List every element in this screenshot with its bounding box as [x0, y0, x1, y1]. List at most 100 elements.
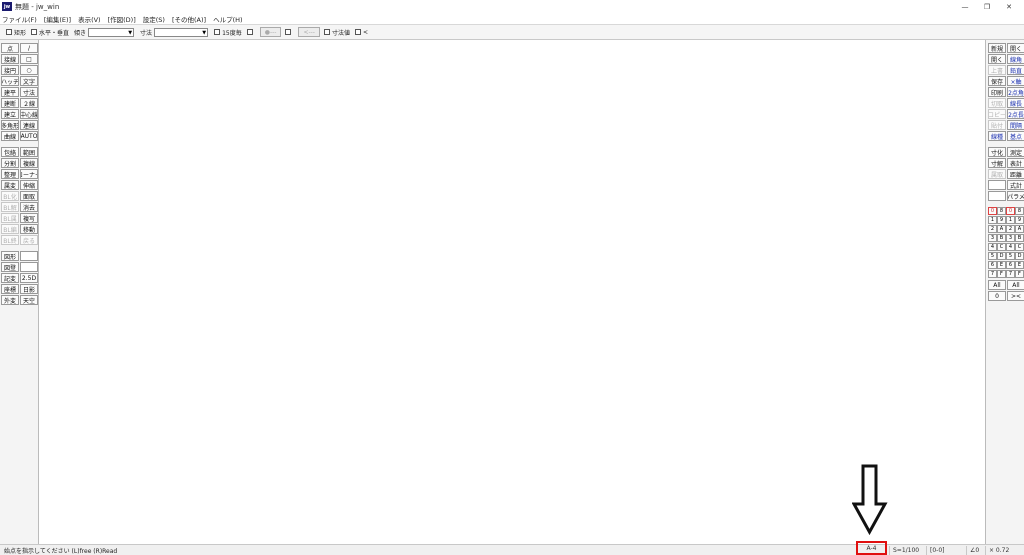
layer-button[interactable]: 1: [988, 216, 997, 224]
tool-sky-view-button[interactable]: 天空: [20, 295, 38, 305]
dim-btn2-checkbox[interactable]: [285, 29, 293, 35]
layer-button[interactable]: B: [997, 234, 1006, 242]
tool-text-button[interactable]: 文字: [20, 76, 38, 86]
tool-circle-button[interactable]: ○: [20, 65, 38, 75]
minimize-button[interactable]: —: [954, 0, 976, 13]
right-tool-button[interactable]: コピー: [988, 109, 1006, 119]
scale-display[interactable]: S=1/100: [889, 546, 922, 555]
tool-rect-button[interactable]: □: [20, 54, 38, 64]
tool-organize-button[interactable]: 整理: [1, 169, 19, 179]
right-tool-button[interactable]: 貼付: [988, 120, 1006, 130]
layer-group-button[interactable]: 9: [1015, 216, 1024, 224]
layer-button[interactable]: D: [997, 252, 1006, 260]
layer-button[interactable]: 7: [988, 270, 997, 278]
tool-symbol-change-button[interactable]: 記変: [1, 273, 19, 283]
layer-group-button[interactable]: 1: [1006, 216, 1015, 224]
drawing-canvas[interactable]: [40, 40, 985, 544]
tool-sun-shadow-button[interactable]: 日影: [20, 284, 38, 294]
tool-corner-button[interactable]: コーナー: [20, 169, 38, 179]
layer-group-button[interactable]: A: [1015, 225, 1024, 233]
paper-size-display[interactable]: A-4: [856, 541, 887, 555]
right-tool-button[interactable]: 表計: [1007, 158, 1024, 168]
tool-figure-blank-button[interactable]: [20, 251, 38, 261]
menu-help[interactable]: ヘルプ(H): [213, 14, 242, 24]
zoom-display[interactable]: × 0.72: [985, 546, 1012, 555]
layer-group-current-button[interactable]: 0: [988, 291, 1006, 301]
tool-double-line-button[interactable]: ２線: [20, 98, 38, 108]
menu-file[interactable]: ファイル(F): [2, 14, 37, 24]
layer-group-button[interactable]: 2: [1006, 225, 1015, 233]
right-tool-button[interactable]: 線長: [1007, 98, 1024, 108]
tool-block-attr-button[interactable]: BL属: [1, 213, 19, 223]
tool-offset-button[interactable]: 複線: [20, 158, 38, 168]
right-tool-button[interactable]: 開く: [1007, 43, 1024, 53]
tool-move-button[interactable]: 移動: [20, 224, 38, 234]
tool-curve-button[interactable]: 曲線: [1, 131, 19, 141]
layer-button[interactable]: E: [997, 261, 1006, 269]
layer-group-button[interactable]: E: [1015, 261, 1024, 269]
layer-button[interactable]: 6: [988, 261, 997, 269]
rect-checkbox[interactable]: 矩形: [6, 28, 26, 37]
right-tool-button[interactable]: 寸解: [988, 158, 1006, 168]
layer-button[interactable]: 9: [997, 216, 1006, 224]
maximize-button[interactable]: ❐: [976, 0, 998, 13]
layer-button[interactable]: 2: [988, 225, 997, 233]
tool-block-make-button[interactable]: BL化: [1, 191, 19, 201]
menu-draw[interactable]: [作図(D)]: [108, 14, 136, 24]
tool-chamfer-button[interactable]: 面取: [20, 191, 38, 201]
tool-polygon-button[interactable]: 多角形: [1, 120, 19, 130]
layer-all-left-button[interactable]: All: [988, 280, 1006, 290]
tool-block-explode-button[interactable]: BL解: [1, 202, 19, 212]
layer-button[interactable]: A: [997, 225, 1006, 233]
angle-display[interactable]: ∠0: [966, 546, 982, 555]
tilt-select[interactable]: ▼: [88, 27, 135, 37]
tool-view-2-5d-button[interactable]: 2.5D: [20, 273, 38, 283]
right-tool-button[interactable]: 基点: [1007, 131, 1024, 141]
hv-checkbox[interactable]: 水平・垂直: [31, 28, 69, 37]
layer-button[interactable]: F: [997, 270, 1006, 278]
arrow-checkbox[interactable]: <: [354, 29, 368, 36]
right-tool-button[interactable]: [988, 191, 1006, 201]
tool-external-change-button[interactable]: 外変: [1, 295, 19, 305]
layer-group-button[interactable]: 3: [1006, 234, 1015, 242]
layer-button[interactable]: 0: [988, 207, 997, 215]
menu-edit[interactable]: [編集(E)]: [44, 14, 71, 24]
tool-dimension-button[interactable]: 寸法: [20, 87, 38, 97]
right-tool-button[interactable]: 線種: [988, 131, 1006, 141]
right-tool-button[interactable]: 式計: [1007, 180, 1024, 190]
right-tool-button[interactable]: ×軸: [1007, 76, 1024, 86]
layer-button[interactable]: 3: [988, 234, 997, 242]
right-tool-button[interactable]: 距離: [1007, 169, 1024, 179]
menu-view[interactable]: 表示(V): [78, 14, 101, 24]
right-tool-button[interactable]: 新規: [988, 43, 1006, 53]
tool-stretch-button[interactable]: 伸縮: [20, 180, 38, 190]
dimension-point-button[interactable]: ●---: [259, 27, 282, 37]
menu-settings[interactable]: 設定(S): [143, 14, 165, 24]
right-tool-button[interactable]: 線角: [1007, 54, 1024, 64]
layer-group-button[interactable]: 4: [1006, 243, 1015, 251]
tool-coordinate-button[interactable]: 座標: [1, 284, 19, 294]
layer-group-button[interactable]: 5: [1006, 252, 1015, 260]
tool-build-elev-button[interactable]: 建立: [1, 109, 19, 119]
layer-display[interactable]: [0-0]: [926, 546, 947, 555]
layer-group-button[interactable]: F: [1015, 270, 1024, 278]
menu-other[interactable]: [その他(A)]: [172, 14, 206, 24]
tool-hatch-button[interactable]: ハッチ: [1, 76, 19, 86]
dimval-checkbox[interactable]: 寸法値: [323, 28, 350, 37]
tool-erase-button[interactable]: 消去: [20, 202, 38, 212]
right-tool-button[interactable]: パラメ: [1007, 191, 1024, 201]
right-tool-button[interactable]: 属取: [988, 169, 1006, 179]
right-tool-button[interactable]: 間隔: [1007, 120, 1024, 130]
tool-attr-change-button[interactable]: 属変: [1, 180, 19, 190]
layer-swap-button[interactable]: ><: [1007, 291, 1024, 301]
right-tool-button[interactable]: 切取: [988, 98, 1006, 108]
tool-build-plan-button[interactable]: 建平: [1, 87, 19, 97]
layer-group-button[interactable]: B: [1015, 234, 1024, 242]
deg15-checkbox[interactable]: 15度毎: [214, 28, 242, 37]
right-tool-button[interactable]: 2点角: [1007, 87, 1024, 97]
tool-divide-button[interactable]: 分割: [1, 158, 19, 168]
layer-group-button[interactable]: C: [1015, 243, 1024, 251]
tool-line-button[interactable]: /: [20, 43, 38, 53]
tool-copy-button[interactable]: 複写: [20, 213, 38, 223]
tool-block-end-button[interactable]: BL終: [1, 235, 19, 245]
